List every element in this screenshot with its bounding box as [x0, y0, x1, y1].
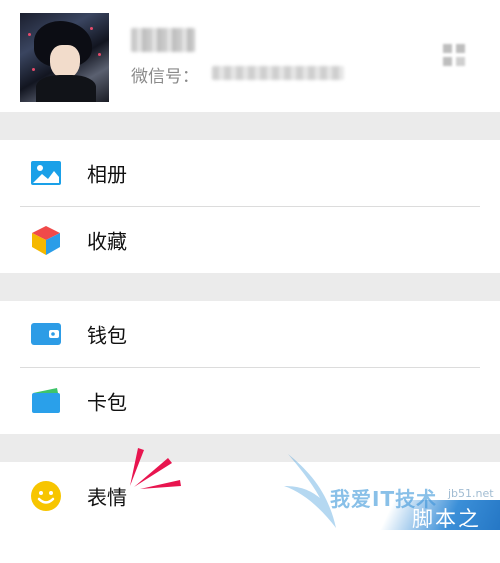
section-gap — [0, 273, 500, 301]
menu-item-card-pack[interactable]: 卡包 — [0, 368, 500, 434]
avatar-sparkle — [32, 68, 35, 71]
menu-item-label: 相册 — [87, 162, 127, 187]
favorites-cube-icon — [30, 224, 62, 256]
watermark-url: jb51.net — [448, 487, 494, 500]
avatar[interactable] — [20, 13, 109, 102]
smiley-icon — [30, 480, 62, 512]
wechat-id-value-blurred — [212, 66, 344, 80]
section-gap — [0, 434, 500, 462]
avatar-sparkle — [28, 33, 31, 36]
menu-item-wallet[interactable]: 钱包 — [0, 301, 500, 367]
qr-code-icon[interactable] — [443, 44, 465, 66]
menu-item-label: 卡包 — [87, 390, 127, 415]
menu-item-favorites[interactable]: 收藏 — [0, 207, 500, 273]
wechat-id-label: 微信号： — [131, 67, 199, 87]
album-icon — [30, 157, 62, 189]
menu-item-label: 收藏 — [87, 229, 127, 254]
nickname-blurred — [131, 28, 195, 52]
wallet-icon — [30, 318, 62, 350]
highlight-marks — [130, 448, 181, 489]
menu-item-album[interactable]: 相册 — [0, 140, 500, 206]
section-gap — [0, 112, 500, 140]
avatar-sparkle — [90, 27, 93, 30]
avatar-sparkle — [98, 53, 101, 56]
avatar-face — [50, 45, 80, 79]
card-pack-icon — [30, 385, 62, 417]
avatar-body — [36, 75, 96, 102]
watermark-site-name: 脚本之家 — [412, 507, 481, 561]
menu-item-label: 钱包 — [87, 323, 127, 348]
profile-card[interactable]: 微信号： — [0, 0, 500, 112]
